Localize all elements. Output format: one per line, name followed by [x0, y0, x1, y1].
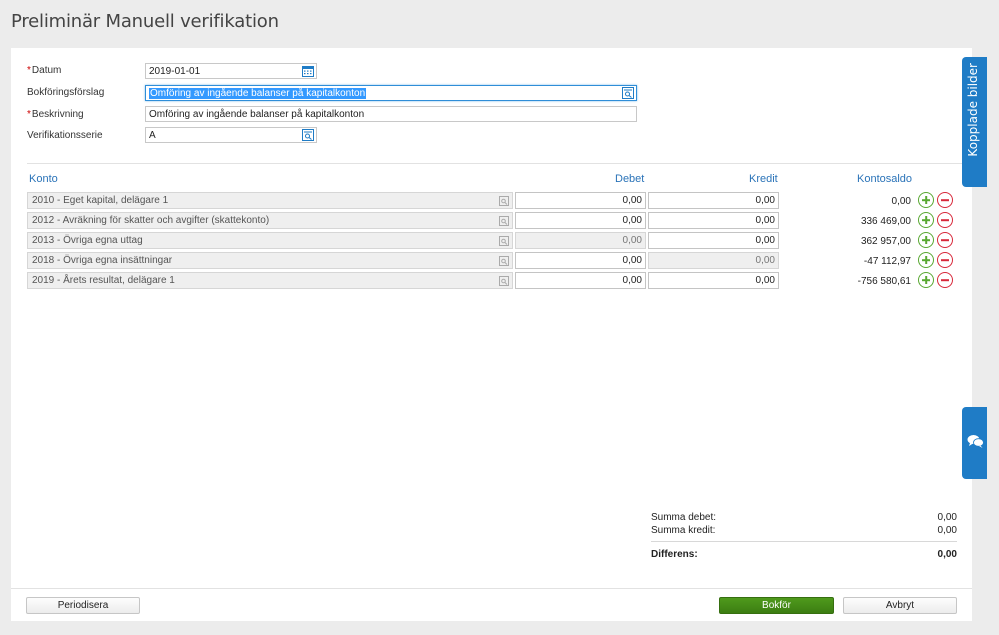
account-field[interactable]: 2012 - Avräkning för skatter och avgifte… [27, 212, 513, 229]
footer-divider [11, 588, 972, 589]
summa-kredit-label: Summa kredit: [651, 525, 716, 536]
periodisera-button[interactable]: Periodisera [26, 597, 140, 614]
verifikationsserie-label: Verifikationsserie [27, 130, 103, 141]
debet-input: 0,00 [515, 232, 646, 249]
debet-input[interactable]: 0,00 [515, 212, 646, 229]
kredit-input[interactable]: 0,00 [648, 192, 779, 209]
chat-tab[interactable] [962, 407, 987, 479]
kontosaldo-value: 336 469,00 [860, 216, 911, 227]
lookup-icon[interactable] [499, 196, 509, 206]
debet-input[interactable]: 0,00 [515, 272, 646, 289]
page-title: Preliminär Manuell verifikation [11, 11, 279, 32]
add-row-icon[interactable] [918, 192, 934, 208]
summary-divider [651, 541, 957, 542]
kontosaldo-value: 0,00 [891, 196, 911, 207]
bokforingsforslag-field[interactable]: Omföring av ingående balanser på kapital… [145, 85, 637, 101]
kontosaldo-value: 362 957,00 [860, 236, 911, 247]
kredit-input[interactable]: 0,00 [648, 212, 779, 229]
remove-row-icon[interactable] [937, 252, 953, 268]
lookup-icon[interactable] [499, 276, 509, 286]
lookup-icon[interactable] [499, 216, 509, 226]
differens-value: 0,00 [937, 549, 957, 560]
lookup-icon[interactable] [499, 236, 509, 246]
remove-row-icon[interactable] [937, 192, 953, 208]
differens-label: Differens: [651, 549, 698, 560]
divider [27, 163, 962, 164]
verification-panel: *Datum 2019-01-01 Bokföringsförslag Omfö… [11, 48, 972, 621]
account-field[interactable]: 2019 - Årets resultat, delägare 1 [27, 272, 513, 289]
remove-row-icon[interactable] [937, 232, 953, 248]
beskrivning-label: *Beskrivning [27, 109, 84, 120]
verifikationsserie-field[interactable]: A [145, 127, 317, 143]
debet-input[interactable]: 0,00 [515, 252, 646, 269]
account-field[interactable]: 2013 - Övriga egna uttag [27, 232, 513, 249]
kontosaldo-value: -756 580,61 [857, 276, 911, 287]
datum-label: *Datum [27, 65, 62, 76]
kredit-input[interactable]: 0,00 [648, 272, 779, 289]
account-field[interactable]: 2018 - Övriga egna insättningar [27, 252, 513, 269]
summa-kredit-value: 0,00 [937, 525, 957, 536]
avbryt-button[interactable]: Avbryt [843, 597, 957, 614]
column-header-kontosaldo: Kontosaldo [857, 173, 913, 185]
bokforingsforslag-label: Bokföringsförslag [27, 87, 105, 98]
chat-icon [967, 435, 984, 448]
kopplade-bilder-tab[interactable]: Kopplade bilder [962, 57, 987, 187]
beskrivning-field[interactable]: Omföring av ingående balanser på kapital… [145, 106, 637, 122]
account-field[interactable]: 2010 - Eget kapital, delägare 1 [27, 192, 513, 209]
summa-debet-label: Summa debet: [651, 512, 717, 523]
kredit-input[interactable]: 0,00 [648, 232, 779, 249]
remove-row-icon[interactable] [937, 212, 953, 228]
add-row-icon[interactable] [918, 272, 934, 288]
summa-debet-value: 0,00 [937, 512, 957, 523]
debet-input[interactable]: 0,00 [515, 192, 646, 209]
lookup-icon[interactable] [302, 129, 314, 141]
kredit-input: 0,00 [648, 252, 779, 269]
lookup-icon[interactable] [499, 256, 509, 266]
column-header-kredit: Kredit [749, 173, 778, 185]
kontosaldo-value: -47 112,97 [863, 256, 911, 267]
datum-field[interactable]: 2019-01-01 [145, 63, 317, 79]
column-header-debet: Debet [615, 173, 645, 185]
remove-row-icon[interactable] [937, 272, 953, 288]
bokfor-button[interactable]: Bokför [719, 597, 834, 614]
add-row-icon[interactable] [918, 212, 934, 228]
calendar-icon[interactable] [302, 65, 314, 77]
column-header-konto: Konto [29, 173, 58, 185]
add-row-icon[interactable] [918, 252, 934, 268]
add-row-icon[interactable] [918, 232, 934, 248]
lookup-icon[interactable] [622, 87, 634, 99]
